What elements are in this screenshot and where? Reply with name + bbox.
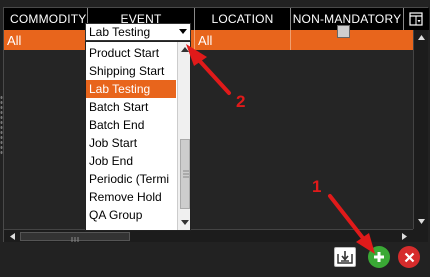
event-config-panel: COMMODITY EVENT LOCATION NON-MANDATORY A… bbox=[0, 0, 430, 277]
annotation-arrows bbox=[186, 44, 375, 254]
annotation-label-2: 2 bbox=[236, 92, 246, 111]
annotation-label-1: 1 bbox=[312, 177, 322, 196]
